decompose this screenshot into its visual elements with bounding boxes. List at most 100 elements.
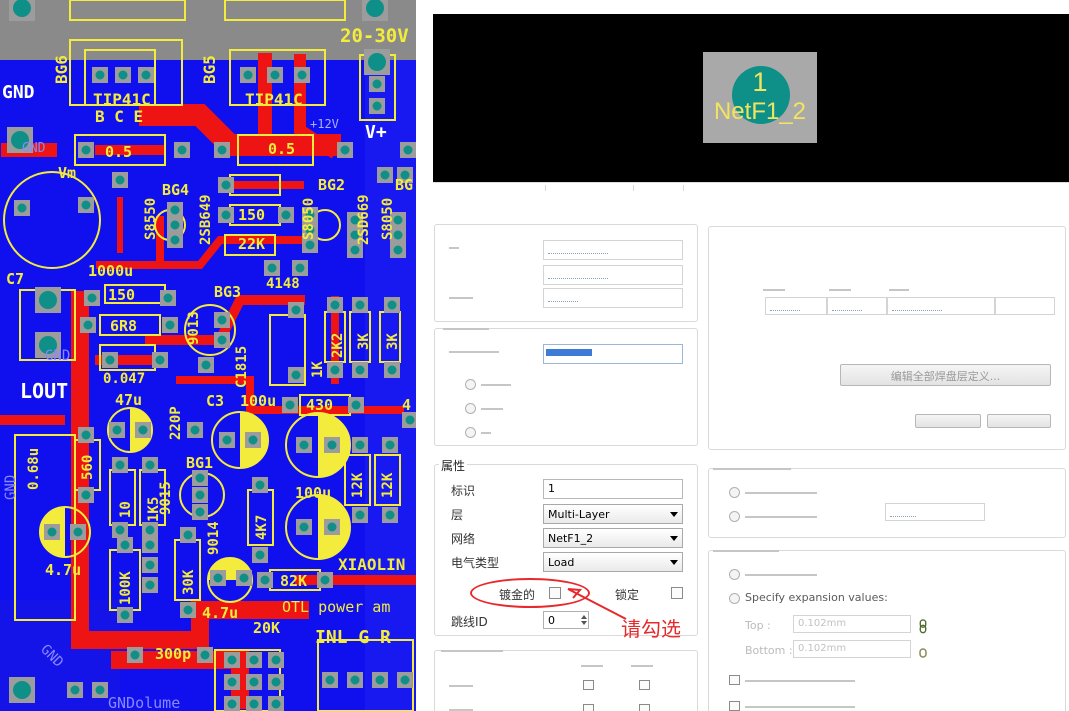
pcb-label: 100K [118,571,134,605]
blurred-label [763,289,785,291]
pcb-label: GNDolume [108,694,180,711]
specify-radio[interactable] [729,511,740,522]
pcb-label: S8050 [301,198,317,240]
pcb-pad-hole [217,145,227,155]
pcb-pad-hole [255,550,265,560]
pcb-pad-hole [387,300,397,310]
pcb-label: 9014 [206,521,222,555]
pcb-pad-hole [73,527,83,537]
pcb-label: 0.5 [105,143,132,161]
shape-field[interactable] [887,297,995,315]
round-radio[interactable] [465,379,476,390]
bottom-expansion-field[interactable]: 0.102mm [793,640,911,658]
tent-top-checkbox[interactable] [729,675,740,685]
pcb-pad-hole [95,685,105,695]
pcb-label: 300p [155,645,191,663]
pcb-pad-hole [271,699,281,709]
tent-bottom-checkbox[interactable] [729,701,740,711]
hole-size-field[interactable] [543,344,683,364]
x-field[interactable] [543,240,683,260]
pcb-pad-hole [17,203,27,213]
pcb-pad-hole [145,540,155,550]
pcb-pad-hole [260,575,270,585]
chevron-down-icon [670,512,678,517]
pcb-label: C3 [206,392,224,410]
pcb-pad-hole [81,145,91,155]
pcb-label: 4.7u [45,561,81,579]
pcb-pad-hole [118,70,128,80]
rule-radio[interactable] [729,487,740,498]
top-testpoint-checkbox[interactable] [583,680,594,690]
blurred-button[interactable] [987,414,1051,428]
pcb-pad-hole [271,677,281,687]
pcb-pad-hole [340,145,350,155]
pcb-pad-hole [195,473,205,483]
top-expansion-field[interactable]: 0.102mm [793,615,911,633]
paste-expansion-field[interactable] [885,503,985,521]
chain-link-icon[interactable] [919,644,927,664]
rotation-field[interactable] [543,288,683,308]
pcb-label: GND [22,141,46,156]
pcb-label: B C E [95,107,143,126]
layer-select-value: Multi-Layer [548,508,610,521]
pcb-pad-hole [195,507,205,517]
pcb-label: 100u [295,484,331,502]
pcb-pad-hole [249,677,259,687]
pcb-pad-hole [47,527,57,537]
pcb-pad-hole [165,320,175,330]
net-label: 网络 [451,532,476,546]
pcb-label: 20K [253,619,280,637]
pcb-pad-hole [355,300,365,310]
edit-pad-layers-button[interactable]: 编辑全部焊盘层定义... [840,364,1051,386]
pcb-pad-hole [368,53,386,71]
pcb-pad-hole [120,610,130,620]
blurred-button[interactable] [915,414,981,428]
bottom-testpoint-checkbox[interactable] [639,680,650,690]
pcb-pad-hole [145,460,155,470]
net-select[interactable]: NetF1_2 [543,528,683,548]
pcb-pad-hole [227,655,237,665]
y-size-field[interactable] [827,297,887,315]
electrical-type-select[interactable]: Load [543,552,683,572]
assembly-checkbox[interactable] [583,704,594,711]
designator-input[interactable]: 1 [543,479,683,499]
assembly-bottom-checkbox[interactable] [639,704,650,711]
locked-checkbox[interactable] [671,587,683,599]
extra-field[interactable] [995,297,1055,315]
pcb-pad-hole [249,699,259,709]
pcb-pad-hole [70,685,80,695]
pcb-label: C1815 [234,346,250,388]
pcb-label: 430 [306,396,333,414]
pcb-pad-hole [403,145,413,155]
pcb-layout-panel[interactable]: 20-30V GND BG6 BG5 TIP41C TIP41C B C E V… [0,0,416,711]
pcb-pad-hole [243,70,253,80]
pcb-label: 2SD669 [356,194,372,245]
pcb-label: 20-30V [340,25,409,47]
solder-rule-radio[interactable] [729,569,740,580]
layer-select[interactable]: Multi-Layer [543,504,683,524]
blurred-label [631,665,653,667]
blurred-value [548,245,608,254]
x-size-field[interactable] [765,297,827,315]
tab-divider [683,185,684,191]
pcb-label: 9013 [186,311,202,345]
chain-link-icon[interactable] [919,619,927,639]
solder-specify-radio[interactable] [729,593,740,604]
pcb-pad-hole [297,70,307,80]
pcb-pad-hole [320,575,330,585]
pcb-pad-hole [201,360,211,370]
slot-radio[interactable] [465,427,476,438]
pcb-pad-hole [385,510,395,520]
y-field[interactable] [543,265,683,285]
location-group [434,224,698,322]
pcb-pad-hole [222,435,232,445]
pcb-label: 2SB649 [198,194,214,245]
pcb-pad-hole [221,210,231,220]
rect-radio[interactable] [465,403,476,414]
pcb-label: 1K5 [146,497,162,522]
pcb-pad-hole [81,490,91,500]
pcb-label: 22K [238,235,265,253]
pcb-pad-hole [375,675,385,685]
pcb-pad-hole [281,210,291,220]
pcb-board-canvas[interactable]: 20-30V GND BG6 BG5 TIP41C TIP41C B C E V… [0,0,416,711]
